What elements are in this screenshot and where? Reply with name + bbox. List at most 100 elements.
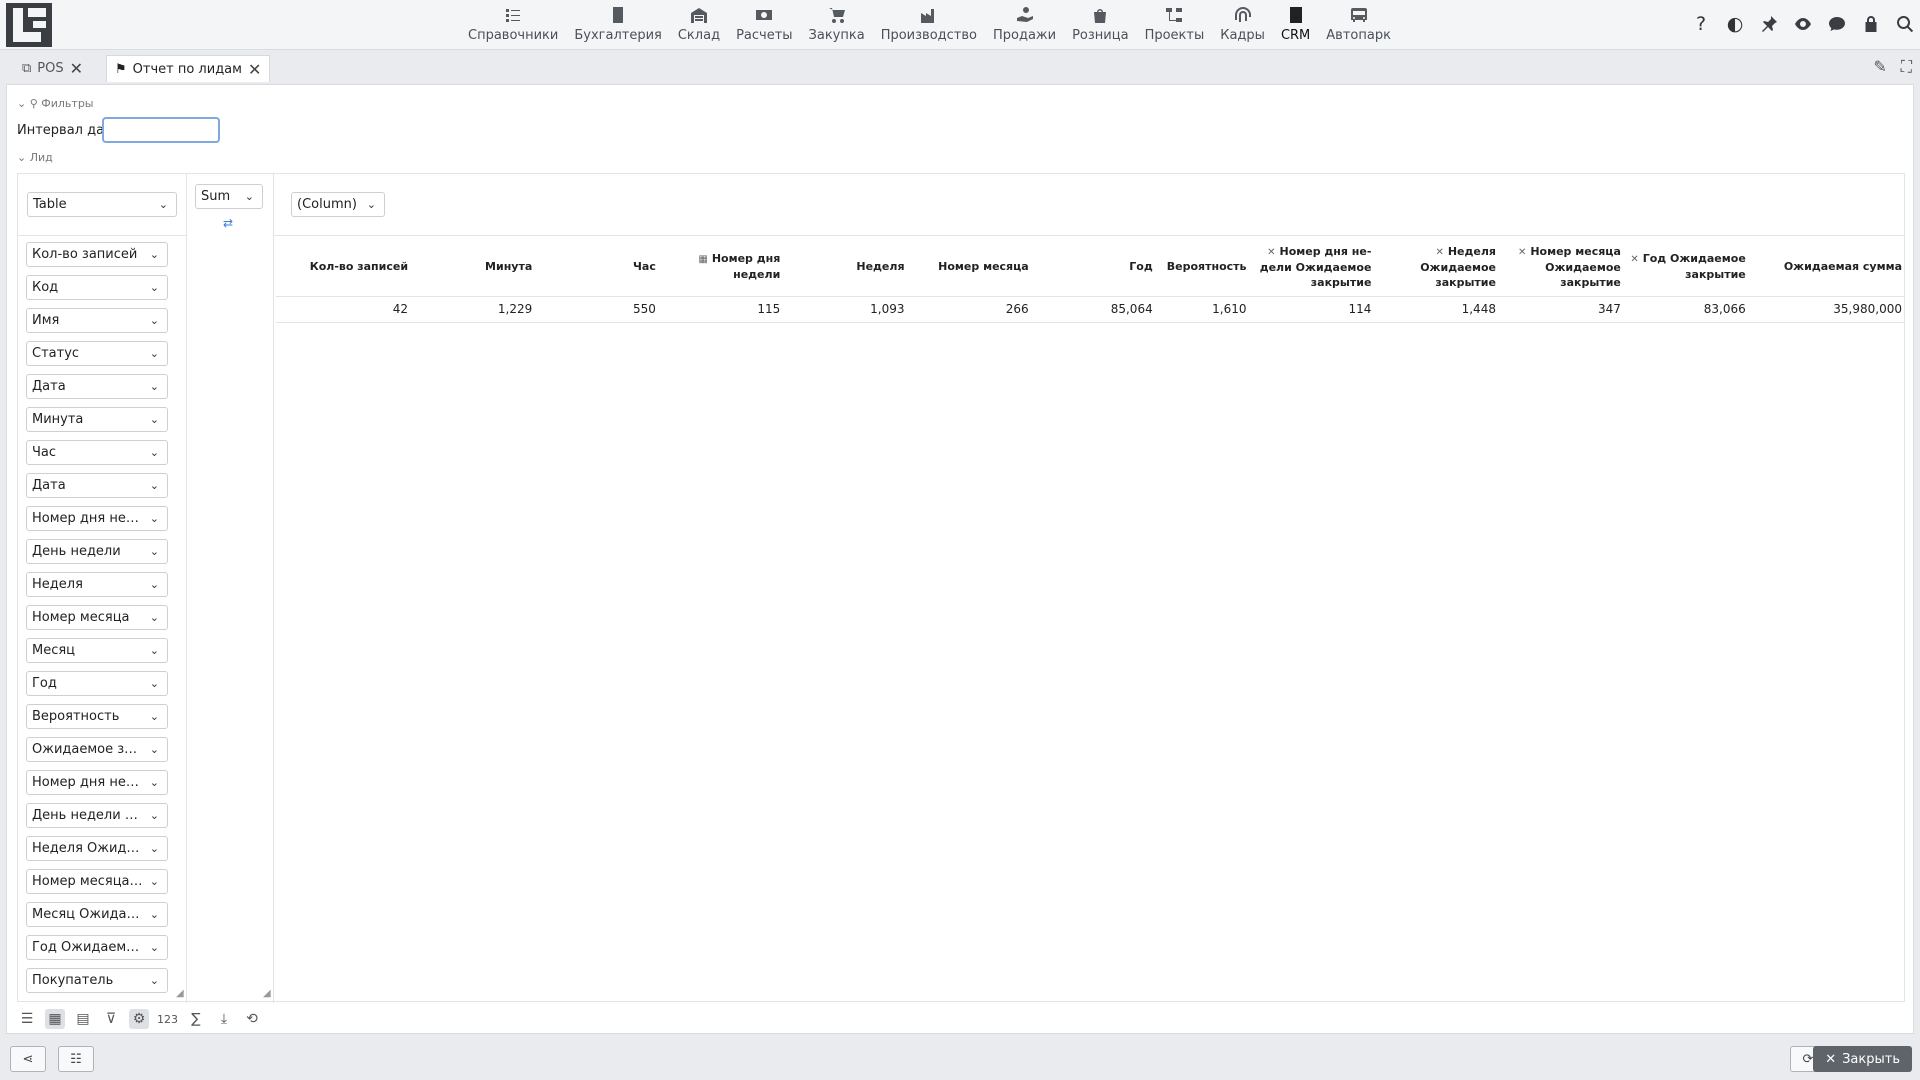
lock-icon[interactable] xyxy=(1860,12,1882,36)
remove-icon[interactable]: ✕ xyxy=(1435,247,1443,258)
pivot-field[interactable]: Статус ⌄ xyxy=(26,341,168,366)
resize-handle-icon[interactable]: ◢ xyxy=(263,988,271,999)
pivot-field[interactable]: Ожидаемое закрытие ⌄ xyxy=(26,737,168,762)
tab-lead-report[interactable]: ⚑ Отчет по лидам ✕ xyxy=(106,55,271,82)
lead-section-header[interactable]: ⌄ Лид xyxy=(17,151,53,164)
filter-icon[interactable]: ⊽ xyxy=(101,1009,121,1029)
chevron-down-icon: ⌄ xyxy=(17,151,27,164)
module-7[interactable]: Розница xyxy=(1064,0,1136,50)
renderer-select[interactable]: Table ⌄ xyxy=(27,192,177,217)
column-header[interactable]: Номер месяца xyxy=(907,238,1031,296)
pivot-field[interactable]: Вероятность ⌄ xyxy=(26,704,168,729)
column-header[interactable]: ▦ Номер дня недели xyxy=(658,238,782,296)
chevron-down-icon: ⌄ xyxy=(149,875,159,888)
pivot-field[interactable]: Дата ⌄ xyxy=(26,473,168,498)
column-header[interactable]: ✕ Номер дня не­дели Ожидаемое закрытие xyxy=(1249,238,1374,296)
module-label: Проекты xyxy=(1144,28,1205,43)
grid-icon[interactable]: ▦ xyxy=(45,1009,65,1029)
column-header[interactable]: Год xyxy=(1031,238,1155,296)
pivot-field[interactable]: День недели ⌄ xyxy=(26,539,168,564)
column-header[interactable]: Кол-во записей xyxy=(276,238,410,296)
number-format-button[interactable]: 123 xyxy=(157,1009,178,1029)
module-9[interactable]: Кадры xyxy=(1212,0,1273,50)
app-logo[interactable] xyxy=(6,3,52,47)
list-icon[interactable]: ☰ xyxy=(17,1009,37,1029)
module-11[interactable]: Автопарк xyxy=(1318,0,1399,50)
chevron-down-icon: ⌄ xyxy=(149,248,159,261)
sum-icon[interactable]: ∑ xyxy=(186,1009,206,1029)
project-tree-icon xyxy=(1164,2,1184,28)
eye-icon[interactable] xyxy=(1792,12,1814,36)
remove-icon[interactable]: ✕ xyxy=(1267,247,1275,258)
pivot-field[interactable]: День недели Ожидаемое закрытие ⌄ xyxy=(26,803,168,828)
pivot-result-table: Кол-во записей Минута Час ▦ Номер дня недели… xyxy=(276,238,1904,323)
tab-pos[interactable]: ⧉ POS ✕ xyxy=(14,55,91,82)
close-button[interactable]: ✕ Закрыть xyxy=(1813,1046,1912,1072)
close-tab-icon[interactable]: ✕ xyxy=(70,59,83,78)
table-cell: 1,448 xyxy=(1373,295,1498,323)
close-tab-icon[interactable]: ✕ xyxy=(248,60,261,79)
module-6[interactable]: Продажи xyxy=(985,0,1064,50)
resize-handle-icon[interactable]: ◢ xyxy=(176,988,184,999)
pivot-field-label: Покупатель xyxy=(32,973,114,988)
filters-header[interactable]: ⌄ ⚲ Фильтры xyxy=(17,97,94,110)
pivot-field[interactable]: Имя ⌄ xyxy=(26,308,168,333)
settings-sliders-button[interactable]: ☷ xyxy=(58,1046,94,1072)
column-header[interactable]: Минута xyxy=(410,238,534,296)
module-10[interactable]: CRM xyxy=(1273,0,1318,50)
column-header[interactable]: Час xyxy=(534,238,658,296)
fullscreen-icon[interactable]: ⛶ xyxy=(1901,57,1912,77)
column-header[interactable]: Вероятность xyxy=(1155,238,1249,296)
pivot-field[interactable]: Номер месяца Ожидаемое закрытие ⌄ xyxy=(26,869,168,894)
module-3[interactable]: Расчеты xyxy=(728,0,800,50)
column-header[interactable]: ✕ Неделя Ожидае­мое закрытие xyxy=(1373,238,1498,296)
column-header[interactable]: Ожидаемая сумма xyxy=(1748,238,1904,296)
refresh-loop-icon[interactable]: ⟲ xyxy=(242,1009,262,1029)
share-button[interactable]: ⋖ xyxy=(10,1046,46,1072)
module-0[interactable]: Справочники xyxy=(460,0,566,50)
column-header[interactable]: Неделя xyxy=(782,238,906,296)
table-cell: 42 xyxy=(276,295,411,323)
remove-icon[interactable]: ✕ xyxy=(1518,247,1526,258)
pivot-field[interactable]: Номер дня недели Ожидаемое закрытие ⌄ xyxy=(26,770,168,795)
pivot-field[interactable]: Неделя ⌄ xyxy=(26,572,168,597)
chevron-down-icon: ⌄ xyxy=(149,545,159,558)
pivot-field[interactable]: Неделя Ожидаемое закрытие ⌄ xyxy=(26,836,168,861)
pivot-field[interactable]: Месяц Ожидаемое закрытие ⌄ xyxy=(26,902,168,927)
theme-contrast-icon[interactable]: ◐ xyxy=(1724,12,1746,36)
download-icon[interactable]: ⤓ xyxy=(214,1009,234,1029)
pivot-field[interactable]: Код ⌄ xyxy=(26,275,168,300)
pivot-table-area: Table ⌄ Sum ⌄ ⇄ (Column) ⌄ Кол-во записей ⌄ К… xyxy=(17,173,1905,1003)
pivot-field[interactable]: Покупатель ⌄ xyxy=(26,968,168,993)
aggregator-select[interactable]: Sum ⌄ xyxy=(195,184,263,209)
pivot-field[interactable]: Год ⌄ xyxy=(26,671,168,696)
pivot-field[interactable]: Номер месяца ⌄ xyxy=(26,605,168,630)
pivot-field[interactable]: Дата ⌄ xyxy=(26,374,168,399)
swap-order-icon[interactable]: ⇄ xyxy=(223,216,233,230)
module-5[interactable]: Производство xyxy=(873,0,985,50)
column-header[interactable]: ✕ Номер месяца Ожидаемое закрытие xyxy=(1498,238,1623,296)
help-icon[interactable]: ? xyxy=(1690,12,1712,36)
chat-icon[interactable] xyxy=(1826,12,1848,36)
settings-icon[interactable]: ⚙ xyxy=(129,1009,149,1029)
edit-pencil-icon[interactable]: ✎ xyxy=(1873,57,1886,77)
pivot-field[interactable]: Номер дня недели ⌄ xyxy=(26,506,168,531)
module-8[interactable]: Проекты xyxy=(1137,0,1213,50)
column-header[interactable]: ✕ Год Ожидаемое закрытие xyxy=(1623,238,1748,296)
module-4[interactable]: Закупка xyxy=(801,0,873,50)
calendar-table-icon[interactable]: ▤ xyxy=(73,1009,93,1029)
pivot-field[interactable]: Кол-во записей ⌄ xyxy=(26,242,168,267)
filter-icon: ⚲ xyxy=(29,97,38,110)
pivot-field[interactable]: Минута ⌄ xyxy=(26,407,168,432)
pivot-field[interactable]: Год Ожидаемое закрытие ⌄ xyxy=(26,935,168,960)
pivot-field[interactable]: Месяц ⌄ xyxy=(26,638,168,663)
pivot-field-label: Код xyxy=(32,280,59,295)
column-field-select[interactable]: (Column) ⌄ xyxy=(291,192,385,217)
pivot-field[interactable]: Час ⌄ xyxy=(26,440,168,465)
date-interval-input[interactable] xyxy=(102,117,220,143)
remove-icon[interactable]: ✕ xyxy=(1630,254,1638,265)
pin-icon[interactable] xyxy=(1758,12,1780,36)
search-icon[interactable] xyxy=(1894,12,1916,36)
module-2[interactable]: Склад xyxy=(670,0,728,50)
module-1[interactable]: Бухгалтерия xyxy=(566,0,670,50)
